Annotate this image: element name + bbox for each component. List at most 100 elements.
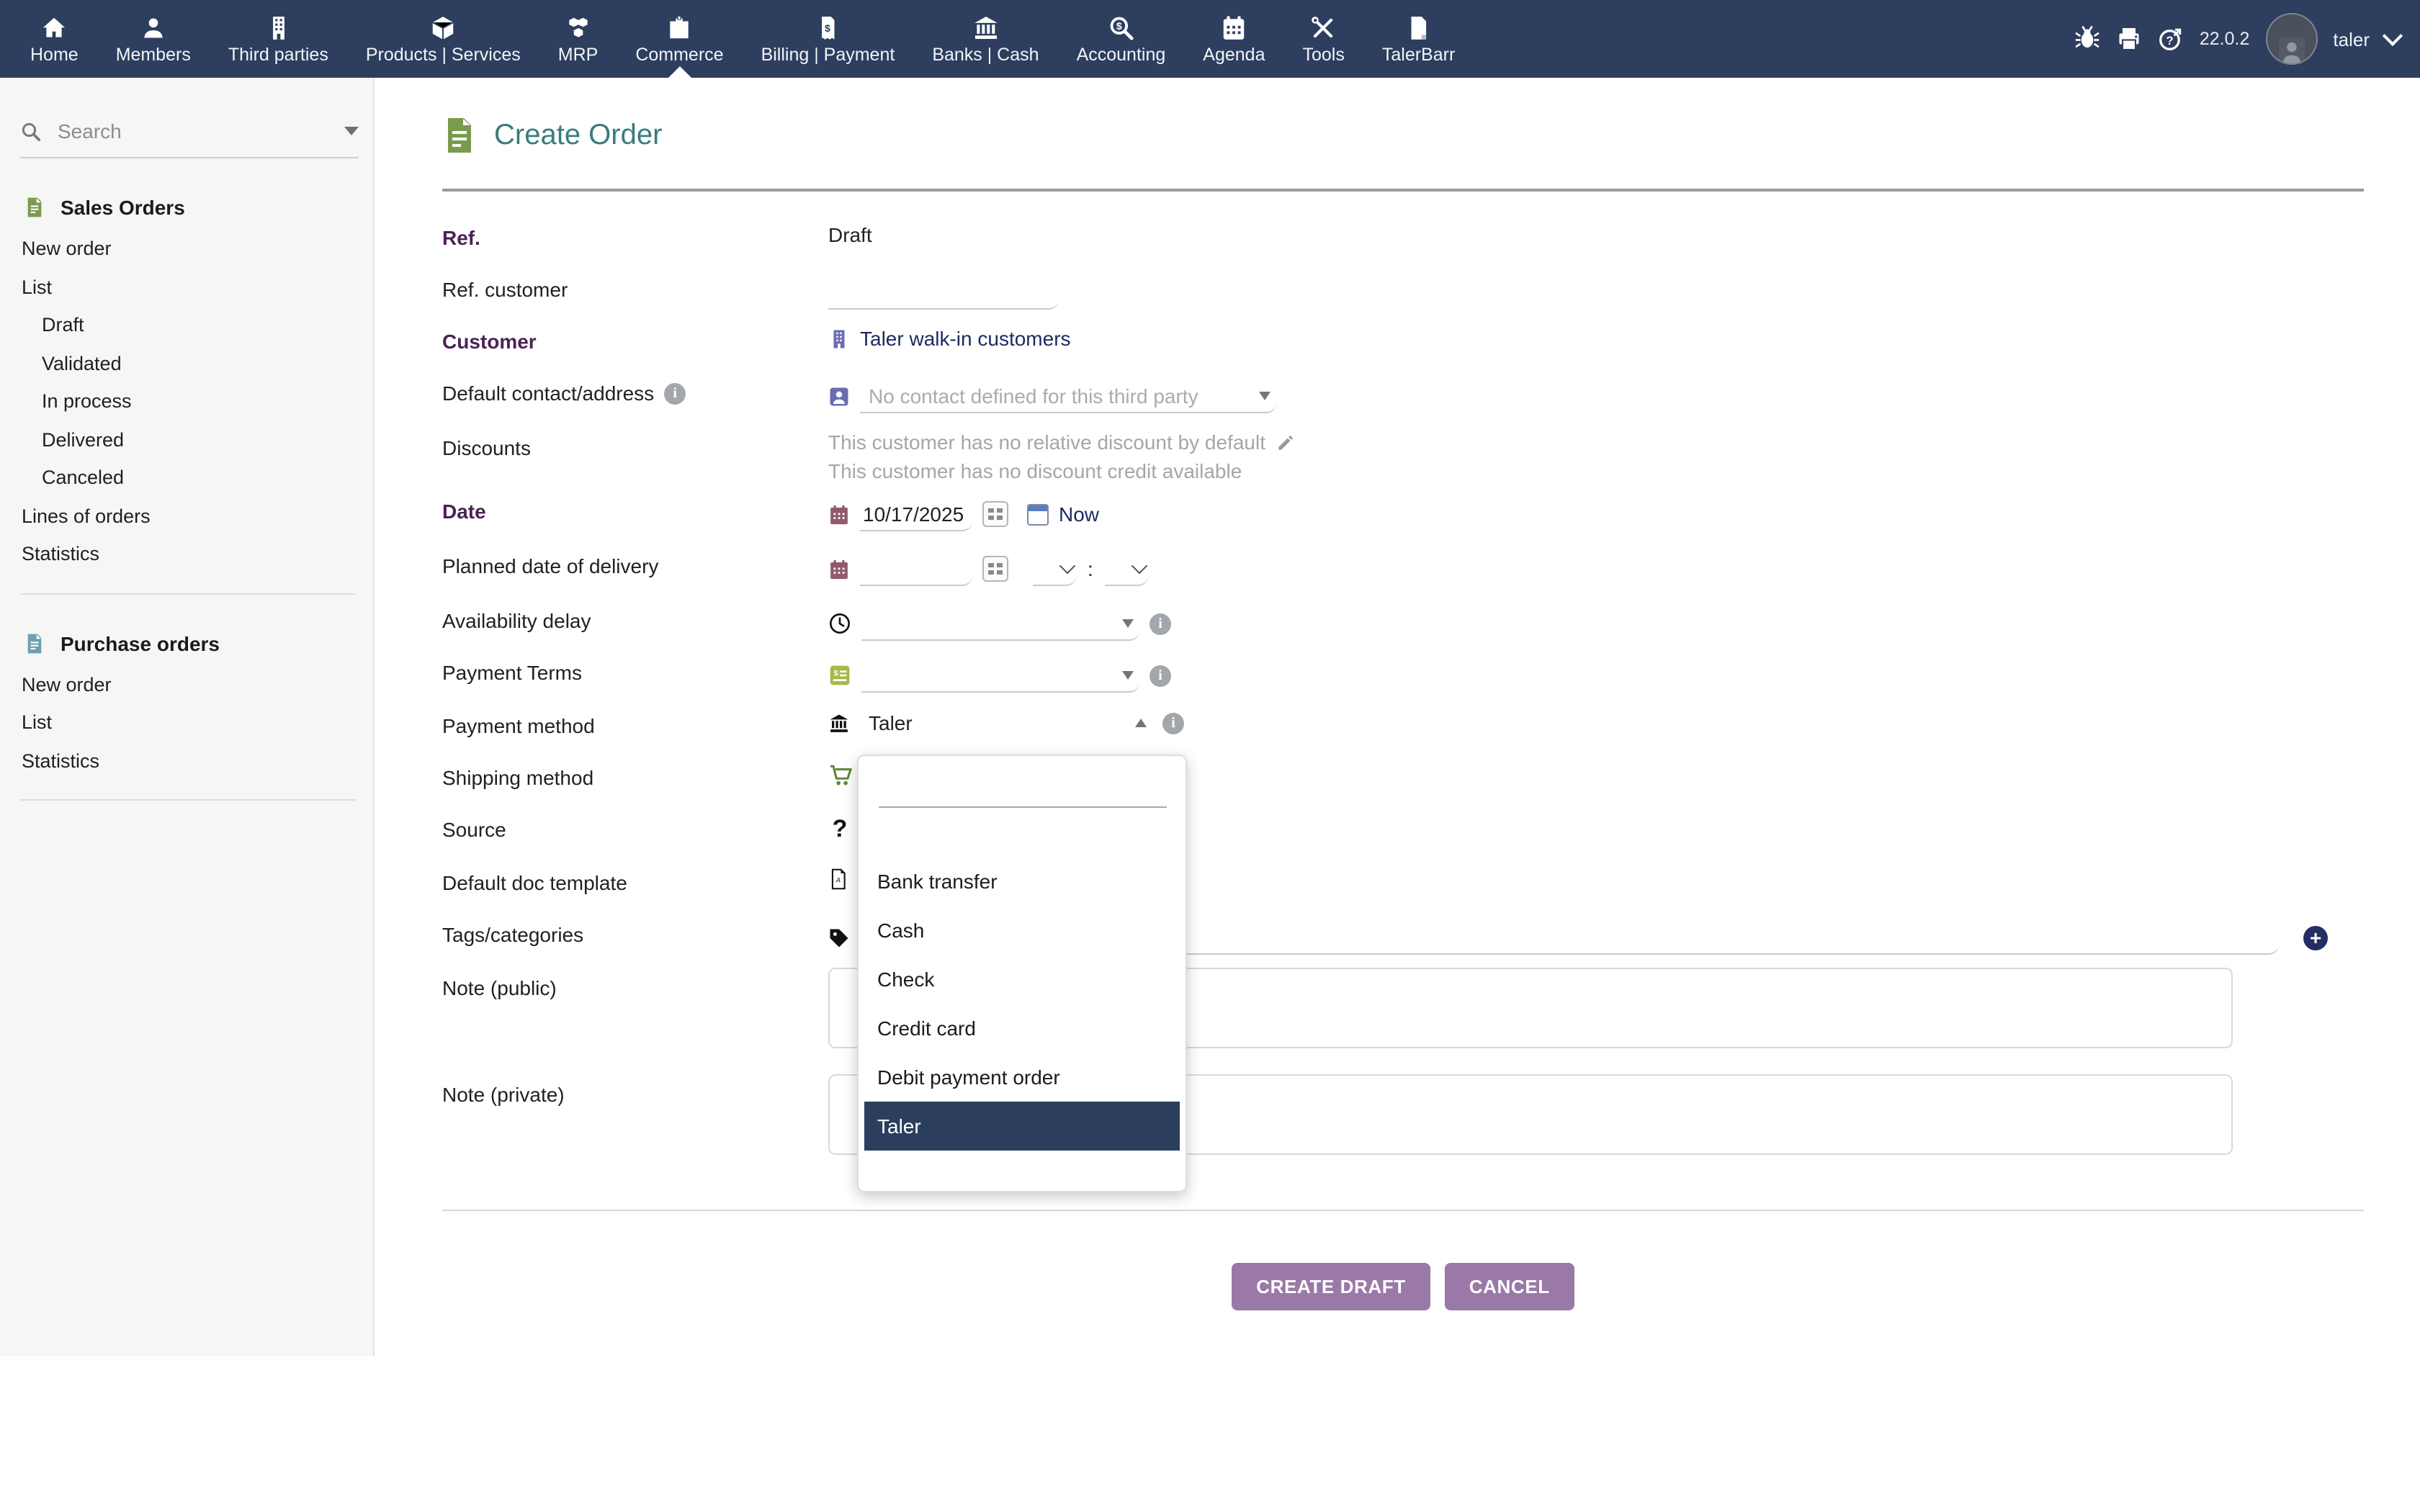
nav-item-home[interactable]: Home — [12, 0, 97, 78]
delivery-hour-select[interactable] — [1033, 552, 1076, 586]
discount-line-1: This customer has no relative discount b… — [828, 428, 1296, 456]
sidebar-item-list[interactable]: List — [22, 269, 373, 307]
printer-icon[interactable] — [2116, 26, 2142, 52]
nav-right-cluster: ? 22.0.2 taler — [2074, 0, 2420, 78]
nav-item-talerbarr[interactable]: TalerBarr — [1363, 0, 1474, 78]
nav-item-third-parties[interactable]: Third parties — [210, 0, 347, 78]
sidebar-item-po-new-order[interactable]: New order — [22, 666, 373, 704]
ref-customer-input[interactable] — [828, 280, 1059, 303]
field-label-customer: Customer — [442, 318, 828, 353]
now-calendar-icon — [1027, 503, 1049, 525]
sidebar-item-validated[interactable]: Validated — [42, 345, 373, 383]
dropdown-option-credit-card[interactable]: Credit card — [859, 1004, 1186, 1053]
home-icon — [40, 14, 68, 41]
payment-terms-icon: $ — [828, 664, 851, 687]
sidebar-item-in-process[interactable]: In process — [42, 383, 373, 421]
field-row-ref-customer: Ref. customer — [442, 266, 2364, 318]
date-picker-button[interactable] — [982, 501, 1008, 527]
field-label-source: Source — [442, 806, 828, 841]
cancel-button[interactable]: CANCEL — [1445, 1263, 1574, 1310]
help-icon[interactable]: ? — [2158, 26, 2184, 52]
sidebar-item-delivered[interactable]: Delivered — [42, 421, 373, 459]
info-icon[interactable] — [1150, 665, 1171, 686]
sidebar-item-po-list[interactable]: List — [22, 704, 373, 742]
chevron-down-icon[interactable] — [2383, 26, 2403, 46]
svg-text:$: $ — [1116, 20, 1121, 32]
now-link[interactable]: Now — [1059, 503, 1099, 526]
nav-item-accounting[interactable]: $ Accounting — [1058, 0, 1185, 78]
clock-icon — [828, 612, 851, 635]
add-tag-button[interactable] — [2303, 925, 2328, 950]
search-dropdown-caret-icon[interactable] — [344, 127, 359, 135]
dropdown-option-debit-payment-order[interactable]: Debit payment order — [859, 1053, 1186, 1102]
field-row-note-private: Note (private) — [442, 1071, 2364, 1184]
page-title: Create Order — [494, 119, 662, 152]
sidebar-item-canceled[interactable]: Canceled — [42, 459, 373, 498]
dropdown-option-check[interactable]: Check — [859, 955, 1186, 1004]
contact-select[interactable]: No contact defined for this third party — [860, 379, 1276, 413]
nav-item-products-services[interactable]: Products | Services — [347, 0, 539, 78]
question-icon — [828, 815, 851, 844]
time-separator: : — [1088, 557, 1093, 580]
main-content: Create Order Ref. Draft Ref. customer Cu… — [375, 78, 2420, 1310]
delivery-date-picker-button[interactable] — [982, 556, 1008, 582]
create-order-form: Ref. Draft Ref. customer Customer Taler … — [442, 215, 2364, 1310]
nav-item-members[interactable]: Members — [97, 0, 210, 78]
info-icon[interactable] — [1162, 712, 1184, 734]
search-input[interactable] — [55, 118, 331, 144]
sidebar-item-draft[interactable]: Draft — [42, 307, 373, 345]
field-label-date: Date — [442, 488, 828, 523]
sidebar-header-purchase-orders[interactable]: Purchase orders — [23, 631, 373, 654]
dropdown-search-input[interactable] — [878, 772, 1166, 808]
form-bottom-divider — [442, 1210, 2364, 1211]
nav-item-tools[interactable]: Tools — [1284, 0, 1363, 78]
date-input[interactable] — [860, 502, 972, 525]
payment-method-select[interactable]: Taler — [860, 711, 1152, 734]
dropdown-option-cash[interactable]: Cash — [859, 906, 1186, 955]
availability-select[interactable] — [861, 606, 1139, 641]
discount-text: This customer has no relative discount b… — [828, 431, 1265, 454]
nav-item-label: Accounting — [1077, 44, 1166, 64]
dropdown-option-taler-selected[interactable]: Taler — [864, 1102, 1180, 1151]
module-file-icon — [1405, 14, 1433, 41]
tools-icon — [1310, 14, 1337, 41]
field-label-tags: Tags/categories — [442, 912, 828, 946]
field-row-tags: Tags/categories — [442, 912, 2364, 965]
user-menu-label[interactable]: taler — [2333, 28, 2370, 50]
field-label-contact: Default contact/address — [442, 370, 828, 405]
sidebar-divider — [20, 799, 356, 801]
sidebar-item-lines-of-orders[interactable]: Lines of orders — [22, 498, 373, 536]
sidebar-item-po-statistics[interactable]: Statistics — [22, 742, 373, 780]
nav-item-mrp[interactable]: MRP — [539, 0, 617, 78]
dropdown-option-bank-transfer[interactable]: Bank transfer — [859, 857, 1186, 906]
bug-icon[interactable] — [2074, 26, 2100, 52]
calendar-icon — [1220, 14, 1247, 41]
field-row-delivery-date: Planned date of delivery : — [442, 543, 2364, 598]
pdf-file-icon: A — [828, 868, 848, 890]
pencil-icon[interactable] — [1277, 433, 1296, 452]
create-draft-button[interactable]: CREATE DRAFT — [1232, 1263, 1430, 1310]
field-row-payment-method: Payment method Taler — [442, 703, 2364, 755]
dropdown-option-empty[interactable] — [859, 816, 1186, 857]
nav-item-billing-payment[interactable]: $ Billing | Payment — [743, 0, 914, 78]
delivery-minute-select[interactable] — [1105, 552, 1148, 586]
app-window: Home Members Third parties Products | Se… — [0, 0, 2420, 1512]
sidebar-item-new-order[interactable]: New order — [22, 230, 373, 269]
title-divider — [442, 189, 2364, 192]
nav-item-label: Agenda — [1203, 44, 1265, 64]
info-icon[interactable] — [664, 382, 686, 404]
avatar[interactable] — [2265, 13, 2317, 65]
tag-icon — [828, 927, 850, 948]
customer-link[interactable]: Taler walk-in customers — [860, 327, 1071, 350]
field-label-text: Default contact/address — [442, 382, 654, 405]
sidebar-header-sales-orders[interactable]: Sales Orders — [23, 196, 373, 219]
info-icon[interactable] — [1150, 613, 1171, 634]
select-caret-icon — [1122, 618, 1134, 627]
nav-item-banks-cash[interactable]: Banks | Cash — [913, 0, 1057, 78]
nav-item-agenda[interactable]: Agenda — [1184, 0, 1283, 78]
delivery-date-input[interactable] — [860, 557, 972, 580]
payment-terms-select[interactable] — [861, 658, 1139, 693]
sidebar-item-statistics[interactable]: Statistics — [22, 536, 373, 574]
nav-item-commerce[interactable]: Commerce — [617, 0, 742, 78]
sales-orders-icon — [23, 196, 46, 219]
